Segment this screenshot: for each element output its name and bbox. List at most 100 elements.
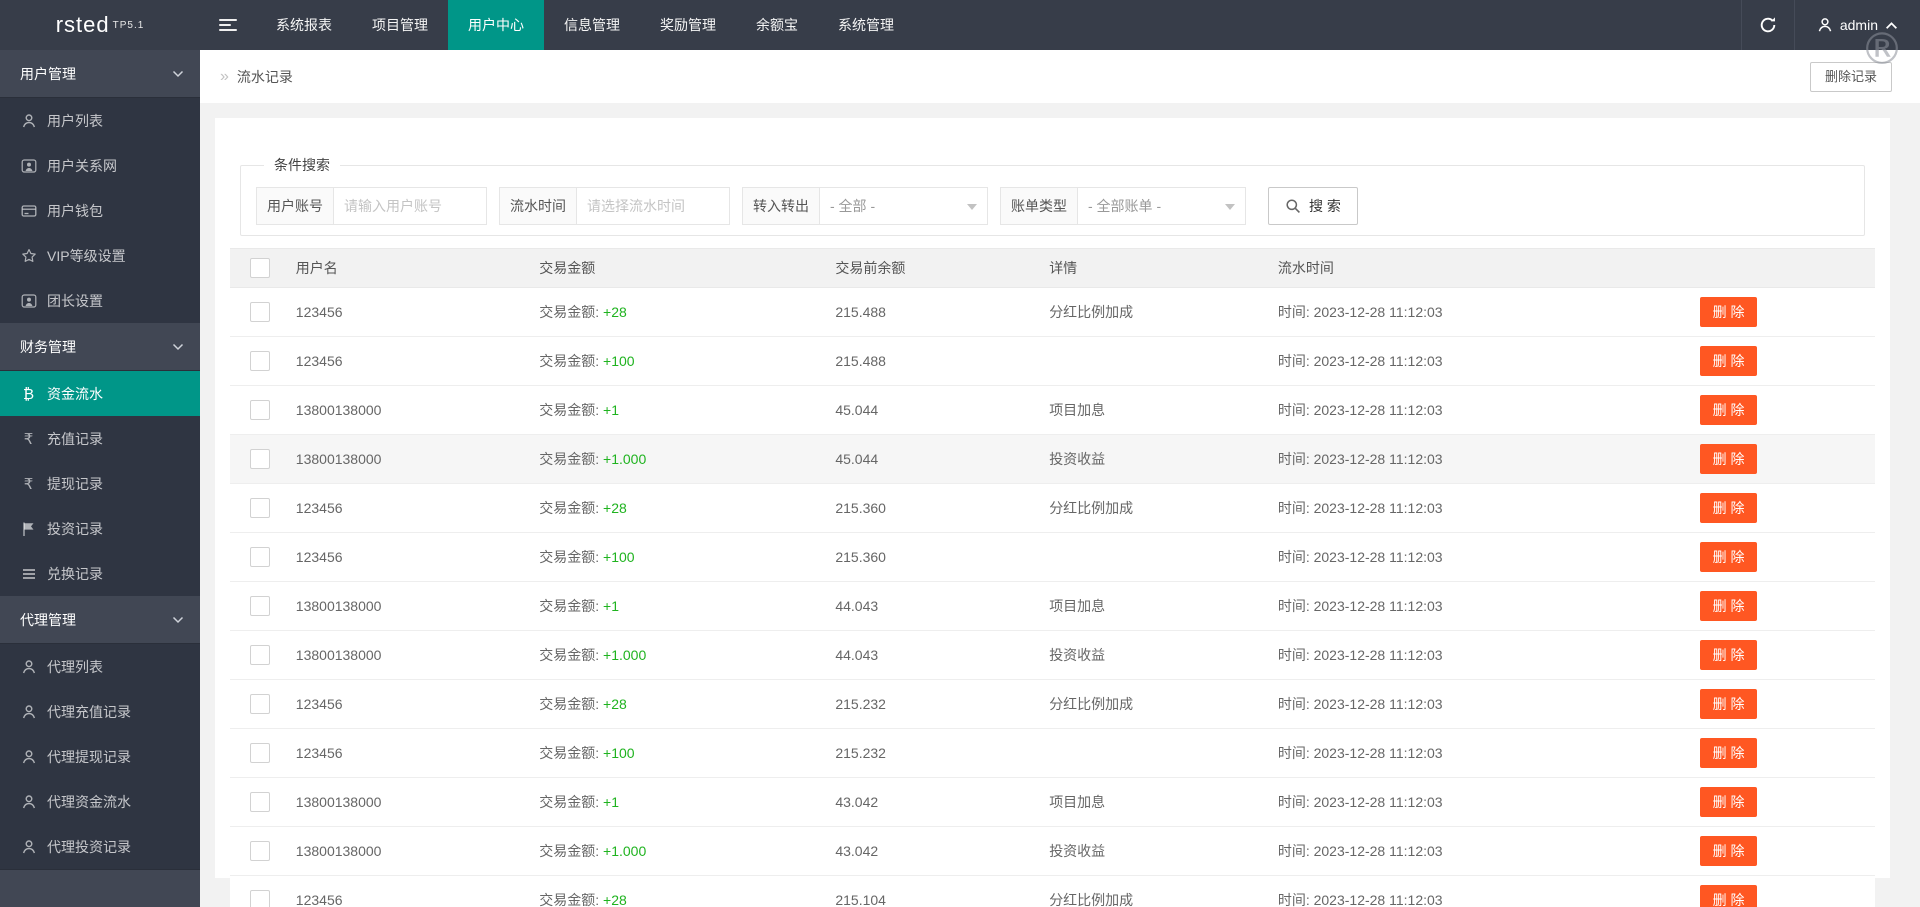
cell-username: 123456 (295, 745, 343, 761)
sidebar-item[interactable]: ₹ 提现记录 (0, 461, 200, 506)
delete-row-button[interactable]: 删 除 (1699, 542, 1758, 572)
sidebar-item[interactable]: 团长设置 (0, 278, 200, 323)
cell-detail: 投资收益 (1049, 451, 1106, 467)
sidebar-item[interactable]: 代理投资记录 (0, 824, 200, 869)
top-menu-item[interactable]: 系统管理 (818, 0, 914, 50)
top-menu-item[interactable]: 系统报表 (256, 0, 352, 50)
sidebar-item[interactable]: 代理资金流水 (0, 779, 200, 824)
sidebar-item[interactable]: ₿ 资金流水 (0, 371, 200, 416)
time-prefix: 时间: (1277, 647, 1314, 663)
refresh-button[interactable] (1740, 0, 1795, 50)
row-checkbox[interactable] (250, 400, 270, 420)
delete-row-button[interactable]: 删 除 (1699, 493, 1758, 523)
delete-row-button[interactable]: 删 除 (1699, 836, 1758, 866)
top-menu-item[interactable]: 项目管理 (352, 0, 448, 50)
sidebar-item[interactable]: 投资记录 (0, 506, 200, 551)
delete-row-button[interactable]: 删 除 (1699, 885, 1758, 907)
flag-icon (20, 521, 37, 537)
cell-balance: 45.044 (835, 451, 879, 467)
cell-balance: 43.042 (835, 794, 879, 810)
amount-value: +28 (603, 500, 627, 516)
delete-row-button[interactable]: 删 除 (1699, 689, 1758, 719)
sidebar-item[interactable]: 用户关系网 (0, 143, 200, 188)
amount-prefix: 交易金额: (539, 598, 604, 614)
time-value: 2023-12-28 11:12:03 (1313, 304, 1443, 320)
delete-row-button[interactable]: 删 除 (1699, 738, 1758, 768)
sidebar-item[interactable]: 代理列表 (0, 644, 200, 689)
column-header: 用户名 (295, 260, 338, 276)
search-input[interactable] (334, 187, 487, 225)
time-value: 2023-12-28 11:12:03 (1313, 794, 1443, 810)
cell-username: 13800138000 (295, 598, 382, 614)
amount-value: +1.000 (603, 647, 647, 663)
cell-time: 时间: 2023-12-28 11:12:03 (1278, 890, 1678, 907)
sidebar-section-title[interactable]: 财务管理 (0, 323, 200, 371)
amount-value: +1 (603, 402, 619, 418)
sidebar-item-label: 代理资金流水 (47, 793, 131, 810)
cell-username: 123456 (295, 696, 343, 712)
search-field-group: 流水时间 (499, 187, 730, 225)
sidebar-item[interactable]: ₹ 充值记录 (0, 416, 200, 461)
sidebar-section-title[interactable]: 用户管理 (0, 50, 200, 98)
delete-row-button[interactable]: 删 除 (1699, 591, 1758, 621)
row-checkbox[interactable] (250, 596, 270, 616)
cell-amount: 交易金额: +1 (539, 400, 835, 420)
top-menu-item[interactable]: 余额宝 (736, 0, 818, 50)
row-checkbox[interactable] (250, 302, 270, 322)
sidebar-item[interactable]: 代理提现记录 (0, 734, 200, 779)
cell-detail: 项目加息 (1049, 402, 1106, 418)
search-button[interactable]: 搜 索 (1268, 187, 1358, 225)
row-checkbox[interactable] (250, 449, 270, 469)
topbar-right: admin (1740, 0, 1920, 50)
search-field-group: 用户账号 (256, 187, 487, 225)
row-checkbox[interactable] (250, 351, 270, 371)
delete-row-button[interactable]: 删 除 (1699, 640, 1758, 670)
sidebar-item[interactable]: 代理充值记录 (0, 689, 200, 734)
search-select[interactable]: - 全部账单 - (1078, 187, 1246, 225)
delete-row-button[interactable]: 删 除 (1699, 346, 1758, 376)
sidebar-item[interactable]: 兑换记录 (0, 551, 200, 596)
chevron-down-icon (172, 616, 184, 624)
sidebar-item-label: 代理投资记录 (47, 838, 131, 855)
row-checkbox[interactable] (250, 645, 270, 665)
sidebar-section-title[interactable]: 代理管理 (0, 596, 200, 644)
time-value: 2023-12-28 11:12:03 (1313, 843, 1443, 859)
time-value: 2023-12-28 11:12:03 (1313, 745, 1443, 761)
delete-records-button[interactable]: 删除记录 (1809, 62, 1892, 92)
search-input[interactable] (577, 187, 730, 225)
row-checkbox[interactable] (250, 694, 270, 714)
search-select[interactable]: - 全部 - (820, 187, 988, 225)
delete-row-button[interactable]: 删 除 (1699, 297, 1758, 327)
row-checkbox[interactable] (250, 792, 270, 812)
select-all-checkbox[interactable] (250, 258, 270, 278)
row-checkbox[interactable] (250, 547, 270, 567)
cell-time: 时间: 2023-12-28 11:12:03 (1278, 449, 1678, 469)
sidebar-item[interactable]: 用户钱包 (0, 188, 200, 233)
sidebar-item[interactable]: 用户列表 (0, 98, 200, 143)
cell-amount: 交易金额: +1.000 (539, 841, 835, 861)
user-menu[interactable]: admin (1795, 0, 1920, 50)
top-menu-item[interactable]: 用户中心 (448, 0, 544, 50)
delete-row-button[interactable]: 删 除 (1699, 787, 1758, 817)
top-menu-item[interactable]: 信息管理 (544, 0, 640, 50)
cell-amount: 交易金额: +1 (539, 596, 835, 616)
top-menu-item[interactable]: 奖励管理 (640, 0, 736, 50)
cell-detail: 投资收益 (1049, 647, 1106, 663)
delete-row-button[interactable]: 删 除 (1699, 444, 1758, 474)
select-value: - 全部 - (830, 198, 876, 214)
row-checkbox[interactable] (250, 890, 270, 907)
row-checkbox[interactable] (250, 498, 270, 518)
search-field-group: 账单类型 - 全部账单 - (1000, 187, 1246, 225)
row-checkbox[interactable] (250, 743, 270, 763)
cell-username: 13800138000 (295, 794, 382, 810)
row-checkbox[interactable] (250, 841, 270, 861)
cell-detail: 分红比例加成 (1049, 500, 1134, 516)
delete-row-button[interactable]: 删 除 (1699, 395, 1758, 425)
table-row: 123456 交易金额: +28 215.360 分红比例加成 时间: 2023-12-… (230, 484, 1875, 533)
collapse-menu-icon[interactable] (200, 0, 256, 50)
sidebar-section-label: 用户管理 (20, 66, 76, 82)
user-icon (1817, 17, 1833, 33)
rupee-icon: ₹ (23, 474, 34, 493)
sidebar-item[interactable]: VIP等级设置 (0, 233, 200, 278)
sidebar-section-title[interactable] (0, 869, 200, 907)
